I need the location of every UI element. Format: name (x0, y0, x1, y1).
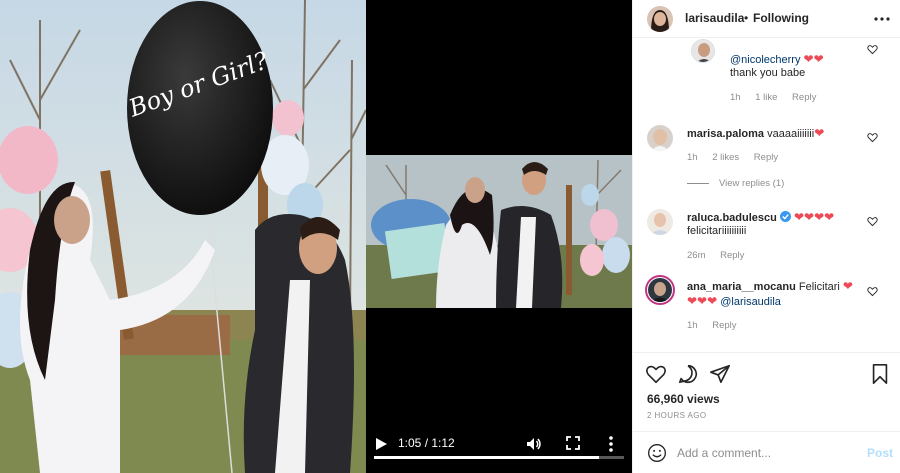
fullscreen-icon[interactable] (566, 436, 580, 450)
post-side-panel: larisaudila • Following @nicolecherry ❤❤… (632, 0, 900, 473)
emoji-icon[interactable] (647, 443, 667, 463)
video-controls: 1:05 / 1:12 (366, 429, 632, 459)
post-comment-button[interactable]: Post (867, 446, 893, 460)
view-replies-label: View replies (1) (719, 178, 785, 189)
video-frame (366, 155, 632, 308)
comment-time: 1h (687, 320, 698, 331)
volume-icon[interactable] (526, 436, 542, 452)
comment-text: felicitariiiiiiiiii (687, 225, 747, 237)
video-player[interactable]: 1:05 / 1:12 (366, 0, 632, 473)
comment-username[interactable]: marisa.paloma (687, 128, 764, 140)
comment-meta: 1h 2 likes Reply (687, 152, 790, 163)
post-actions: 66,960 views 2 HOURS AGO Post (633, 352, 900, 473)
comment-body: @nicolecherry ❤❤ (730, 52, 824, 66)
share-paper-plane-icon[interactable] (709, 363, 731, 385)
more-horizontal-icon[interactable] (873, 10, 891, 28)
comment-likes[interactable]: 1 like (755, 92, 777, 103)
add-comment-input[interactable] (677, 443, 857, 463)
comment-like-icon[interactable] (867, 44, 878, 55)
comment-mention[interactable]: @nicolecherry (730, 54, 800, 66)
comment-avatar[interactable] (691, 39, 715, 63)
comment-meta: 1h 1 like Reply (730, 92, 828, 103)
post-photo: Boy or Girl? (0, 0, 366, 473)
author-avatar[interactable] (647, 6, 673, 32)
comment-username[interactable]: raluca.badulescu (687, 212, 777, 224)
save-bookmark-icon[interactable] (869, 363, 891, 385)
comment-likes[interactable]: 2 likes (712, 152, 739, 163)
comment-reply-button[interactable]: Reply (712, 320, 736, 331)
comment-avatar[interactable] (647, 209, 673, 235)
comment-reply-button[interactable]: Reply (720, 250, 744, 261)
comment-text: Felicitari (798, 281, 840, 293)
comment-avatar[interactable] (647, 125, 673, 151)
comment-text: thank you babe (730, 67, 806, 79)
comment-time: 1h (730, 92, 741, 103)
like-heart-icon[interactable] (645, 363, 667, 385)
video-thumbnail (366, 155, 632, 308)
comment-like-icon[interactable] (867, 286, 878, 297)
heart-emoji: ❤ (842, 279, 853, 293)
video-progress-fill (374, 456, 599, 459)
comment-mention[interactable]: @larisaudila (720, 296, 781, 308)
add-comment-row: Post (633, 431, 900, 473)
gender-reveal-photo: Boy or Girl? (0, 0, 366, 473)
replies-divider (687, 183, 709, 184)
comment-body: raluca.badulescu ❤❤❤❤ (687, 210, 834, 224)
comment-body: ana_maria__mocanu Felicitari ❤ (687, 279, 853, 293)
verified-badge-icon (779, 211, 791, 222)
header-separator: • (744, 11, 749, 25)
video-progress-bar[interactable] (374, 456, 624, 459)
comments-list: @nicolecherry ❤❤ thank you babe 1h 1 lik… (633, 39, 900, 351)
post-time-ago[interactable]: 2 HOURS AGO (647, 411, 707, 420)
play-icon[interactable] (374, 437, 388, 451)
video-time: 1:05 / 1:12 (398, 436, 455, 450)
comment-avatar-story-ring[interactable] (645, 275, 675, 305)
author-username[interactable]: larisaudila (685, 11, 744, 25)
view-replies-button[interactable]: View replies (1) (687, 178, 796, 189)
comment-body: marisa.paloma vaaaaiiiiiii❤ (687, 126, 824, 140)
comment-reply-button[interactable]: Reply (754, 152, 778, 163)
comment-reply-button[interactable]: Reply (792, 92, 816, 103)
more-vertical-icon[interactable] (608, 435, 614, 453)
heart-emoji: ❤❤❤❤ (794, 210, 835, 224)
comment-meta: 1h Reply (687, 320, 749, 331)
heart-emoji: ❤ (814, 126, 825, 140)
following-button[interactable]: Following (753, 11, 809, 25)
instagram-post-modal: Boy or Girl? 1:05 / 1:12 larisaudila • F… (0, 0, 900, 473)
comment-bubble-icon[interactable] (677, 363, 699, 385)
comment-text: vaaaaiiiiiii (767, 128, 815, 140)
heart-emoji: ❤❤ (803, 52, 824, 66)
post-header: larisaudila • Following (633, 0, 900, 38)
comment-meta: 26m Reply (687, 250, 756, 261)
comment-body-line2: ❤❤❤ @larisaudila (687, 294, 781, 308)
comment-time: 26m (687, 250, 706, 261)
heart-emoji: ❤❤❤ (687, 294, 718, 308)
comment-username[interactable]: ana_maria__mocanu (687, 281, 796, 293)
view-count[interactable]: 66,960 views (647, 392, 720, 406)
comment-like-icon[interactable] (867, 216, 878, 227)
comment-like-icon[interactable] (867, 132, 878, 143)
comment-time: 1h (687, 152, 698, 163)
